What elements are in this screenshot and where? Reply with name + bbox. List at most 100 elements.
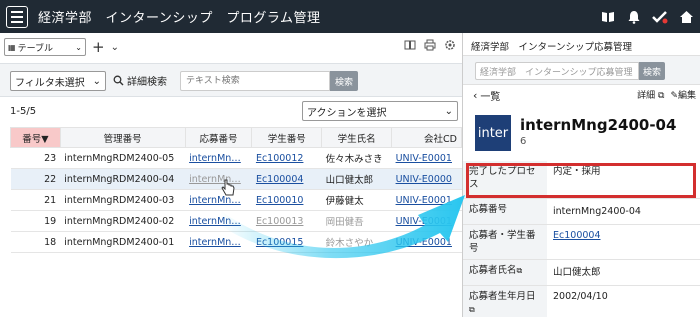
cell-company-cd[interactable]: UNIV-E0001: [391, 231, 462, 253]
field-value: internMng2400-04: [553, 206, 641, 217]
field-label: 応募者生年月日 ⧉: [463, 286, 547, 317]
action-select-value: アクションを選択: [307, 107, 387, 119]
column-header-student-no[interactable]: 学生番号: [251, 127, 323, 148]
cell-number: 19: [10, 210, 61, 232]
bell-icon[interactable]: [626, 9, 642, 25]
field-value: 2002/04/10: [553, 291, 608, 302]
cell-student-no[interactable]: Ec100013: [251, 210, 322, 232]
filter-bar: フィルタ未選択 ⌄ 詳細検索 検索: [0, 63, 462, 97]
field-value: 山口健太郎: [553, 267, 601, 278]
home-icon[interactable]: [678, 9, 694, 25]
filter-select-value: フィルタ未選択: [15, 77, 85, 89]
book-open-icon[interactable]: [404, 39, 416, 51]
external-link-icon: ⧉: [658, 91, 665, 101]
table-row[interactable]: 22 internMngRDM2400-04 internMn… Ec10000…: [10, 168, 462, 190]
cell-student-name: 岡田健吾: [321, 210, 392, 232]
chevron-left-icon: ‹: [473, 89, 478, 102]
table-row[interactable]: 18 internMngRDM2400-01 internMn… Ec10001…: [10, 231, 462, 253]
cell-company-cd[interactable]: UNIV-E0001: [391, 189, 462, 211]
view-select-value: テーブル: [17, 43, 54, 54]
field-label-text: 応募者氏名: [469, 265, 517, 276]
field-label: 応募番号: [463, 199, 547, 224]
cell-app-no[interactable]: internMn…: [185, 189, 252, 211]
cell-company-cd[interactable]: UNIV-E0001: [391, 147, 462, 169]
text-search: 検索: [180, 71, 358, 91]
pencil-icon: ✎: [670, 91, 678, 101]
menu-icon[interactable]: [6, 5, 28, 28]
column-header-mgmt-no[interactable]: 管理番号: [59, 127, 186, 148]
cell-app-no[interactable]: internMn…: [185, 147, 252, 169]
field-label-text: 応募者生年月日: [469, 291, 536, 302]
cell-number: 21: [10, 189, 61, 211]
table-row[interactable]: 19 internMngRDM2400-02 internMn… Ec10001…: [10, 210, 462, 232]
table-row[interactable]: 23 internMngRDM2400-05 internMn… Ec10001…: [10, 147, 462, 169]
back-to-list-link[interactable]: ‹ 一覧: [473, 88, 500, 103]
cell-student-name: 佐々木みさき: [321, 147, 392, 169]
cell-number: 22: [10, 168, 61, 190]
cell-student-no[interactable]: Ec100015: [251, 231, 322, 253]
app-title: 経済学部 インターンシップ プログラム管理: [38, 11, 321, 26]
search-button[interactable]: 検索: [330, 71, 358, 91]
advanced-search-label: 詳細検索: [127, 77, 167, 88]
list-panel: ▦ テーブル ⌄ + ⌄ フィルタ未選択 ⌄ 詳細検索 検索 1-5/5 アクシ…: [0, 33, 462, 317]
book-icon[interactable]: [600, 9, 616, 25]
cell-student-no[interactable]: Ec100012: [251, 147, 322, 169]
detail-search-input[interactable]: 経済学部 インターンシップ応募管理: [475, 62, 639, 80]
field-row: 完了したプロセス 内定・採用: [463, 161, 700, 199]
list-tools: [404, 39, 456, 51]
detail-link-label: 詳細: [637, 91, 656, 101]
cell-student-name: 伊藤健太: [321, 189, 392, 211]
detail-link[interactable]: 詳細 ⧉: [637, 88, 664, 101]
app-header: 経済学部 インターンシップ プログラム管理: [0, 0, 700, 33]
edit-link[interactable]: ✎編集: [670, 88, 696, 101]
search-input[interactable]: [180, 71, 330, 91]
field-label: 応募者・学生番号: [463, 225, 547, 259]
detail-search-button[interactable]: 検索: [639, 62, 665, 80]
field-row: 応募者生年月日 ⧉ 2002/04/10: [463, 286, 700, 317]
detail-search-bar: 経済学部 インターンシップ応募管理 検索: [463, 55, 700, 85]
table-view-icon: ▦: [8, 42, 16, 52]
cell-mgmt-no: internMngRDM2400-01: [60, 231, 186, 253]
column-header-number[interactable]: 番号▼: [10, 127, 61, 148]
record-title: internMng2400-04: [520, 116, 677, 134]
detail-panel-title: 経済学部 インターンシップ応募管理: [471, 42, 633, 53]
cell-app-no[interactable]: internMn…: [185, 231, 252, 253]
copy-icon[interactable]: ⧉: [517, 266, 523, 275]
hand-cursor-icon: [221, 179, 235, 196]
edit-link-label: 編集: [677, 91, 696, 101]
record-subtitle: 6: [520, 136, 527, 147]
cell-mgmt-no: internMngRDM2400-05: [60, 147, 186, 169]
cell-student-no[interactable]: Ec100004: [251, 168, 322, 190]
back-label: 一覧: [480, 92, 501, 103]
field-value[interactable]: Ec100004: [547, 225, 700, 259]
table-header-row: 番号▼ 管理番号 応募番号 学生番号 学生氏名 会社CD: [10, 127, 462, 148]
copy-icon[interactable]: ⧉: [469, 305, 475, 314]
column-header-app-no[interactable]: 応募番号: [184, 127, 253, 148]
cell-app-no[interactable]: internMn…: [185, 210, 252, 232]
table-row[interactable]: 21 internMngRDM2400-03 internMn… Ec10001…: [10, 189, 462, 211]
field-label: 完了したプロセス: [463, 161, 547, 198]
cell-number: 23: [10, 147, 61, 169]
detail-actions: 詳細 ⧉ ✎編集: [637, 88, 696, 101]
column-header-company-cd[interactable]: 会社CD: [391, 127, 462, 148]
action-select[interactable]: アクションを選択 ⌄: [302, 101, 458, 121]
advanced-search-link[interactable]: 詳細検索: [113, 73, 167, 88]
detail-fields: 完了したプロセス 内定・採用 応募番号 internMng2400-04 応募者…: [463, 161, 700, 317]
records-table: 番号▼ 管理番号 応募番号 学生番号 学生氏名 会社CD 23 internMn…: [10, 127, 462, 253]
check-icon[interactable]: [652, 9, 668, 25]
cell-app-no[interactable]: internMn…: [185, 168, 252, 190]
view-toolbar: ▦ テーブル ⌄ + ⌄: [4, 37, 119, 57]
add-view-button[interactable]: +: [92, 39, 105, 55]
cell-company-cd[interactable]: UNIV-E0001: [391, 210, 462, 232]
record-logo: inter: [475, 115, 511, 151]
chevron-down-icon: ⌄: [75, 42, 82, 52]
view-select[interactable]: ▦ テーブル ⌄: [4, 38, 86, 56]
filter-select[interactable]: フィルタ未選択 ⌄: [10, 71, 106, 91]
chevron-down-icon[interactable]: ⌄: [111, 42, 119, 53]
cell-student-no[interactable]: Ec100010: [251, 189, 322, 211]
print-icon[interactable]: [424, 39, 436, 51]
gear-icon[interactable]: [444, 39, 456, 51]
cell-company-cd[interactable]: UNIV-E0000: [391, 168, 462, 190]
cell-mgmt-no: internMngRDM2400-03: [60, 189, 186, 211]
column-header-student-name[interactable]: 学生氏名: [321, 127, 393, 148]
